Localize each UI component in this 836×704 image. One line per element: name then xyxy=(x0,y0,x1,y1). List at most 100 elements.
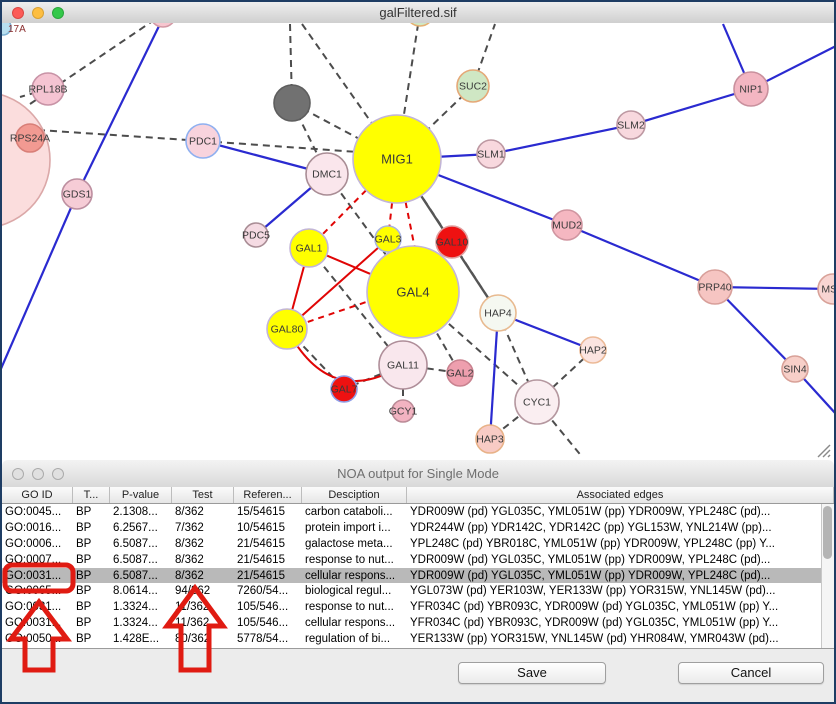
cell-desciption: cellular respons... xyxy=(302,617,407,629)
column-header-associated-edges[interactable]: Associated edges xyxy=(407,487,834,503)
cell-t: BP xyxy=(73,522,110,534)
window-controls xyxy=(12,7,64,19)
node-label-SIN4: SIN4 xyxy=(783,364,807,376)
close-button[interactable] xyxy=(12,468,24,480)
zoom-button[interactable] xyxy=(52,7,64,19)
node-label-PRP40: PRP40 xyxy=(698,282,731,294)
noa-table-header: GO IDT...P-valueTestReferen...Desciption… xyxy=(2,487,834,504)
cell-go-id: GO:0045... xyxy=(2,506,73,518)
cell-associated-edges: YER133W (pp) YOR315W, YNL145W (pd) YHR08… xyxy=(407,633,834,645)
cell-desciption: response to nut... xyxy=(302,601,407,613)
node-label-GAL1: GAL1 xyxy=(296,243,323,255)
table-row[interactable]: GO:0007...BP6.5087...8/36221/54615respon… xyxy=(2,552,834,568)
column-header-t[interactable]: T... xyxy=(73,487,110,503)
table-row[interactable]: GO:0050...BP1.428E...80/3625778/54...reg… xyxy=(2,631,834,647)
network-graph-svg: RPL18BRPS24AGDS1PDC1DMC1MIG1SUC2SLM1SLM2… xyxy=(2,23,834,457)
edge-MUD2-PRP40[interactable] xyxy=(567,225,715,287)
node-label-PDC5: PDC5 xyxy=(242,230,270,242)
cell-test: 94/362 xyxy=(172,585,234,597)
cell-go-id: GO:0006... xyxy=(2,538,73,550)
cell-p-value: 6.5087... xyxy=(110,538,172,550)
node-label-CYC1: CYC1 xyxy=(523,397,551,409)
minimize-button[interactable] xyxy=(32,7,44,19)
cell-test: 8/362 xyxy=(172,506,234,518)
network-canvas[interactable]: RPL18BRPS24AGDS1PDC1DMC1MIG1SUC2SLM1SLM2… xyxy=(2,23,834,463)
edge-HAP4-HAP3[interactable] xyxy=(490,313,498,439)
cell-t: BP xyxy=(73,538,110,550)
noa-window-title: NOA output for Single Mode xyxy=(2,466,834,481)
cell-p-value: 1.3324... xyxy=(110,617,172,629)
close-button[interactable] xyxy=(12,7,24,19)
cell-go-id: GO:0031... xyxy=(2,601,73,613)
table-row[interactable]: GO:0016...BP6.2567...7/36210/54615protei… xyxy=(2,520,834,536)
cell-associated-edges: YDR244W (pp) YDR142C, YDR142C (pp) YGL15… xyxy=(407,522,834,534)
node-gray-node[interactable] xyxy=(274,85,310,121)
cell-associated-edges: YFR034C (pd) YBR093C, YDR009W (pd) YGL03… xyxy=(407,617,834,629)
cell-go-id: GO:0031... xyxy=(2,617,73,629)
table-row[interactable]: GO:0065...BP8.0614...94/3627260/54...bio… xyxy=(2,583,834,599)
node-label-SLM1: SLM1 xyxy=(477,149,505,161)
cell-t: BP xyxy=(73,633,110,645)
cell-desciption: regulation of bi... xyxy=(302,633,407,645)
table-scrollbar[interactable] xyxy=(821,504,834,648)
node-label-GAL3: GAL3 xyxy=(375,234,402,246)
cell-test: 8/362 xyxy=(172,538,234,550)
node-top-green[interactable] xyxy=(406,23,434,26)
column-header-test[interactable]: Test xyxy=(172,487,234,503)
cell-t: BP xyxy=(73,570,110,582)
column-header-go-id[interactable]: GO ID xyxy=(2,487,73,503)
edge-offscreen-PDC1[interactable] xyxy=(38,130,203,141)
zoom-button[interactable] xyxy=(52,468,64,480)
noa-output-window: NOA output for Single Mode GO IDT...P-va… xyxy=(2,460,834,702)
edge-SLM1-SLM2[interactable] xyxy=(491,125,631,154)
cell-desciption: protein import i... xyxy=(302,522,407,534)
cancel-button[interactable]: Cancel xyxy=(678,662,824,684)
column-header-p-value[interactable]: P-value xyxy=(110,487,172,503)
cell-referen: 15/54615 xyxy=(234,506,302,518)
column-header-referen[interactable]: Referen... xyxy=(234,487,302,503)
node-label-GAL2: GAL2 xyxy=(447,368,474,380)
cell-referen: 7260/54... xyxy=(234,585,302,597)
minimize-button[interactable] xyxy=(32,468,44,480)
node-label-NIP1: NIP1 xyxy=(739,84,763,96)
node-label-GAL80: GAL80 xyxy=(271,324,304,336)
table-row[interactable]: GO:0031...BP1.3324...11/362105/546...res… xyxy=(2,599,834,615)
node-label-PDC1: PDC1 xyxy=(189,136,217,148)
scrollbar-thumb[interactable] xyxy=(823,506,832,559)
cell-go-id: GO:0016... xyxy=(2,522,73,534)
column-header-desciption[interactable]: Desciption xyxy=(302,487,407,503)
cell-test: 80/362 xyxy=(172,633,234,645)
save-button[interactable]: Save xyxy=(458,662,606,684)
table-row[interactable]: GO:0006...BP6.5087...8/36221/54615galact… xyxy=(2,536,834,552)
cell-referen: 105/546... xyxy=(234,617,302,629)
node-label-SLM2: SLM2 xyxy=(617,120,645,132)
cell-test: 8/362 xyxy=(172,570,234,582)
cell-desciption: carbon cataboli... xyxy=(302,506,407,518)
node-label-HAP3: HAP3 xyxy=(476,434,504,446)
node-label-GAL11: GAL11 xyxy=(387,360,419,372)
node-label-MIG1: MIG1 xyxy=(381,152,413,167)
table-row[interactable]: GO:0045...BP2.1308...8/36215/54615carbon… xyxy=(2,504,834,520)
cell-referen: 21/54615 xyxy=(234,570,302,582)
node-big-left[interactable] xyxy=(2,92,50,228)
table-row[interactable]: GO:0031...BP1.3324...11/362105/546...cel… xyxy=(2,615,834,631)
window-controls-inactive xyxy=(12,468,64,480)
cell-referen: 105/546... xyxy=(234,601,302,613)
node-label-RPS24A: RPS24A xyxy=(10,133,50,145)
cell-p-value: 6.5087... xyxy=(110,554,172,566)
cell-associated-edges: YPL248C (pd) YBR018C, YML051W (pp) YDR00… xyxy=(407,538,834,550)
edge-SLM2-NIP1[interactable] xyxy=(631,89,751,125)
cell-desciption: biological regul... xyxy=(302,585,407,597)
node-label-HAP4: HAP4 xyxy=(484,308,512,320)
node-label-fragment: 17A xyxy=(8,24,26,35)
node-top-pink[interactable] xyxy=(150,23,176,27)
table-row-selected[interactable]: GO:0031...BP6.5087...8/36221/54615cellul… xyxy=(2,568,834,584)
node-label-GAL10: GAL10 xyxy=(436,237,469,249)
node-label-GAL7: GAL7 xyxy=(331,384,358,396)
cell-associated-edges: YDR009W (pd) YGL035C, YML051W (pp) YDR00… xyxy=(407,570,834,582)
cell-associated-edges: YDR009W (pd) YGL035C, YML051W (pp) YDR00… xyxy=(407,554,834,566)
resize-grip-icon[interactable] xyxy=(816,444,832,458)
cell-p-value: 1.3324... xyxy=(110,601,172,613)
cell-t: BP xyxy=(73,601,110,613)
edge-offscreen-GDS1[interactable] xyxy=(77,24,160,194)
